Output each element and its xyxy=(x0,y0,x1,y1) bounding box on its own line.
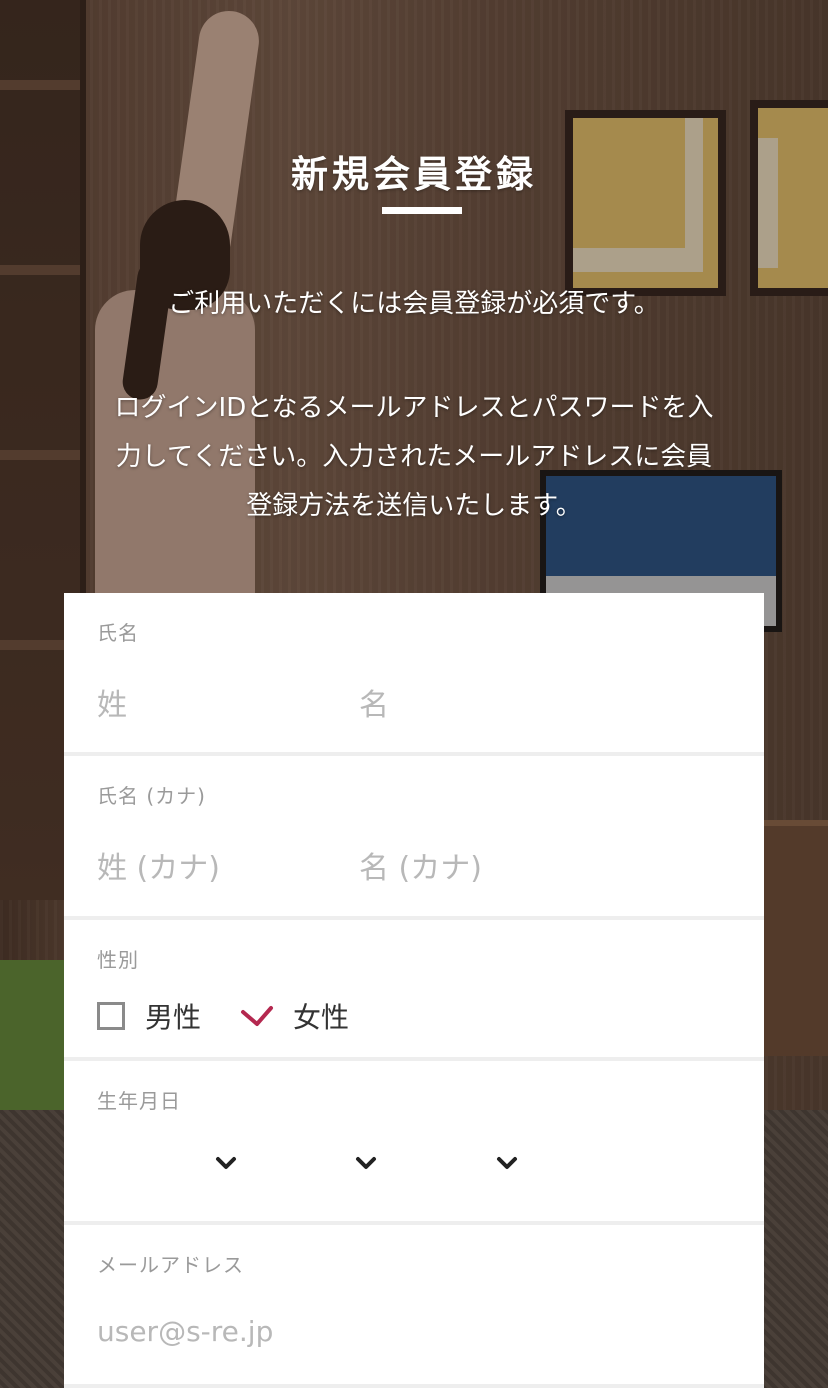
email-field: メールアドレス user@s-re.jp xyxy=(64,1225,764,1388)
name-label: 氏名 xyxy=(97,621,139,645)
title-underline xyxy=(382,207,462,214)
description-text: ログインIDとなるメールアドレスとパスワードを入 力してください。入力されたメー… xyxy=(60,384,768,531)
first-name-input[interactable]: 名 xyxy=(359,680,389,724)
checkmark-icon[interactable] xyxy=(240,1004,274,1028)
registration-form: 氏名 姓 名 氏名 (カナ) 姓 (カナ) 名 (カナ) 性別 男性 女性 生年… xyxy=(64,593,764,1388)
male-checkbox[interactable] xyxy=(97,1002,125,1030)
description-line: ログインIDとなるメールアドレスとパスワードを入 xyxy=(114,393,714,423)
female-option-label[interactable]: 女性 xyxy=(293,996,349,1036)
email-label: メールアドレス xyxy=(97,1253,244,1277)
month-select-chevron-down-icon[interactable] xyxy=(355,1155,377,1171)
email-input[interactable]: user@s-re.jp xyxy=(97,1315,273,1348)
first-name-kana-input[interactable]: 名 (カナ) xyxy=(359,843,482,887)
description-line: 力してください。入力されたメールアドレスに会員 xyxy=(115,442,713,472)
male-option-label[interactable]: 男性 xyxy=(145,996,201,1036)
last-name-kana-input[interactable]: 姓 (カナ) xyxy=(97,843,220,887)
gender-label: 性別 xyxy=(97,948,139,972)
last-name-input[interactable]: 姓 xyxy=(97,680,127,724)
page-title: 新規会員登録 xyxy=(291,153,537,196)
birthdate-field: 生年月日 xyxy=(64,1061,764,1225)
description-line: 登録方法を送信いたします。 xyxy=(246,491,582,521)
lead-text: ご利用いただくには会員登録が必須です。 xyxy=(168,289,660,319)
day-select-chevron-down-icon[interactable] xyxy=(496,1155,518,1171)
year-select-chevron-down-icon[interactable] xyxy=(215,1155,237,1171)
birthdate-label: 生年月日 xyxy=(97,1089,181,1113)
kana-name-field: 氏名 (カナ) 姓 (カナ) 名 (カナ) xyxy=(64,756,764,920)
name-field: 氏名 姓 名 xyxy=(64,593,764,756)
gender-field: 性別 男性 女性 xyxy=(64,920,764,1061)
kana-label: 氏名 (カナ) xyxy=(97,784,206,808)
